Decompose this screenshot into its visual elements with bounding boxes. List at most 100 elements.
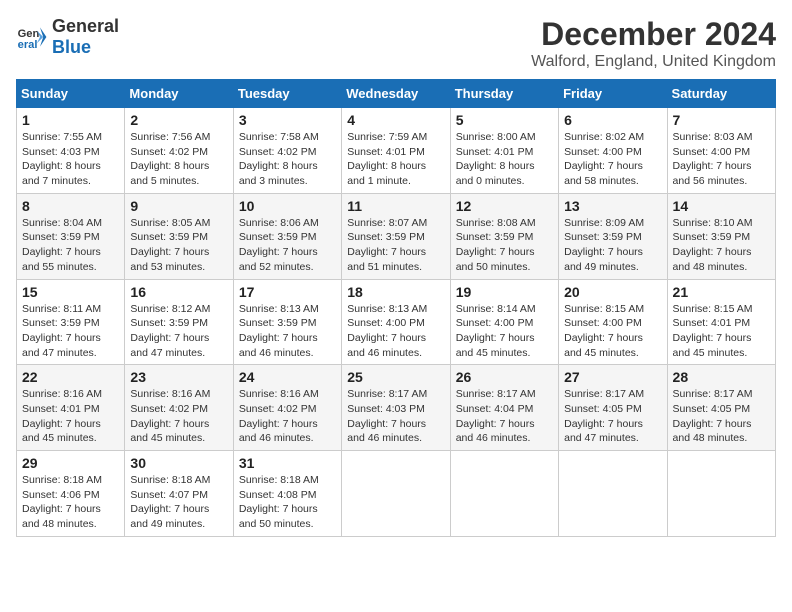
day-number: 7	[673, 112, 770, 128]
svg-text:eral: eral	[18, 39, 38, 51]
calendar-day-31: 31 Sunrise: 8:18 AM Sunset: 4:08 PM Dayli…	[233, 451, 341, 537]
calendar-header-row: SundayMondayTuesdayWednesdayThursdayFrid…	[17, 80, 776, 108]
day-detail: Sunrise: 7:56 AM Sunset: 4:02 PM Dayligh…	[130, 130, 227, 189]
day-number: 6	[564, 112, 661, 128]
calendar-week-1: 1 Sunrise: 7:55 AM Sunset: 4:03 PM Daylig…	[17, 108, 776, 194]
day-detail: Sunrise: 8:12 AM Sunset: 3:59 PM Dayligh…	[130, 302, 227, 361]
day-number: 28	[673, 369, 770, 385]
day-detail: Sunrise: 7:55 AM Sunset: 4:03 PM Dayligh…	[22, 130, 119, 189]
day-number: 11	[347, 198, 444, 214]
day-number: 29	[22, 455, 119, 471]
day-detail: Sunrise: 8:10 AM Sunset: 3:59 PM Dayligh…	[673, 216, 770, 275]
day-detail: Sunrise: 8:16 AM Sunset: 4:02 PM Dayligh…	[239, 387, 336, 446]
empty-cell	[559, 451, 667, 537]
calendar-day-4: 4 Sunrise: 7:59 AM Sunset: 4:01 PM Daylig…	[342, 108, 450, 194]
header-day-thursday: Thursday	[450, 80, 558, 108]
day-detail: Sunrise: 8:13 AM Sunset: 4:00 PM Dayligh…	[347, 302, 444, 361]
day-number: 19	[456, 284, 553, 300]
calendar-day-30: 30Sunrise: 8:18 AM Sunset: 4:07 PM Dayli…	[125, 451, 233, 537]
calendar-week-3: 15Sunrise: 8:11 AM Sunset: 3:59 PM Dayli…	[17, 279, 776, 365]
day-detail: Sunrise: 8:18 AM Sunset: 4:08 PM Dayligh…	[239, 473, 336, 532]
day-number: 18	[347, 284, 444, 300]
day-number: 13	[564, 198, 661, 214]
empty-cell	[450, 451, 558, 537]
day-detail: Sunrise: 8:16 AM Sunset: 4:01 PM Dayligh…	[22, 387, 119, 446]
logo-icon: Gen eral	[16, 21, 48, 53]
day-number: 8	[22, 198, 119, 214]
day-detail: Sunrise: 8:16 AM Sunset: 4:02 PM Dayligh…	[130, 387, 227, 446]
day-number: 20	[564, 284, 661, 300]
calendar-day-28: 28 Sunrise: 8:17 AM Sunset: 4:05 PM Dayli…	[667, 365, 775, 451]
day-number: 15	[22, 284, 119, 300]
calendar-day-14: 14 Sunrise: 8:10 AM Sunset: 3:59 PM Dayli…	[667, 193, 775, 279]
day-number: 27	[564, 369, 661, 385]
day-detail: Sunrise: 8:00 AM Sunset: 4:01 PM Dayligh…	[456, 130, 553, 189]
calendar-day-20: 20 Sunrise: 8:15 AM Sunset: 4:00 PM Dayli…	[559, 279, 667, 365]
calendar-day-27: 27Sunrise: 8:17 AM Sunset: 4:05 PM Dayli…	[559, 365, 667, 451]
day-number: 26	[456, 369, 553, 385]
calendar-day-11: 11 Sunrise: 8:07 AM Sunset: 3:59 PM Dayli…	[342, 193, 450, 279]
calendar-week-5: 29 Sunrise: 8:18 AM Sunset: 4:06 PM Dayli…	[17, 451, 776, 537]
calendar-subtitle: Walford, England, United Kingdom	[531, 53, 776, 71]
calendar-week-4: 22 Sunrise: 8:16 AM Sunset: 4:01 PM Dayli…	[17, 365, 776, 451]
day-detail: Sunrise: 8:02 AM Sunset: 4:00 PM Dayligh…	[564, 130, 661, 189]
day-number: 22	[22, 369, 119, 385]
calendar-day-8: 8Sunrise: 8:04 AM Sunset: 3:59 PM Daylig…	[17, 193, 125, 279]
calendar-day-6: 6 Sunrise: 8:02 AM Sunset: 4:00 PM Daylig…	[559, 108, 667, 194]
calendar-day-29: 29 Sunrise: 8:18 AM Sunset: 4:06 PM Dayli…	[17, 451, 125, 537]
header-day-monday: Monday	[125, 80, 233, 108]
day-number: 16	[130, 284, 227, 300]
calendar-day-17: 17 Sunrise: 8:13 AM Sunset: 3:59 PM Dayli…	[233, 279, 341, 365]
title-block: December 2024 Walford, England, United K…	[531, 16, 776, 71]
day-number: 12	[456, 198, 553, 214]
day-detail: Sunrise: 7:58 AM Sunset: 4:02 PM Dayligh…	[239, 130, 336, 189]
day-detail: Sunrise: 8:05 AM Sunset: 3:59 PM Dayligh…	[130, 216, 227, 275]
logo-line2: Blue	[52, 37, 119, 58]
day-detail: Sunrise: 7:59 AM Sunset: 4:01 PM Dayligh…	[347, 130, 444, 189]
day-number: 4	[347, 112, 444, 128]
day-detail: Sunrise: 8:07 AM Sunset: 3:59 PM Dayligh…	[347, 216, 444, 275]
day-detail: Sunrise: 8:18 AM Sunset: 4:06 PM Dayligh…	[22, 473, 119, 532]
calendar-title: December 2024	[531, 16, 776, 53]
empty-cell	[667, 451, 775, 537]
calendar-table: SundayMondayTuesdayWednesdayThursdayFrid…	[16, 79, 776, 537]
calendar-day-2: 2Sunrise: 7:56 AM Sunset: 4:02 PM Daylig…	[125, 108, 233, 194]
day-number: 24	[239, 369, 336, 385]
day-detail: Sunrise: 8:17 AM Sunset: 4:05 PM Dayligh…	[673, 387, 770, 446]
calendar-day-25: 25Sunrise: 8:17 AM Sunset: 4:03 PM Dayli…	[342, 365, 450, 451]
day-number: 5	[456, 112, 553, 128]
calendar-day-16: 16 Sunrise: 8:12 AM Sunset: 3:59 PM Dayli…	[125, 279, 233, 365]
day-detail: Sunrise: 8:18 AM Sunset: 4:07 PM Dayligh…	[130, 473, 227, 532]
day-detail: Sunrise: 8:08 AM Sunset: 3:59 PM Dayligh…	[456, 216, 553, 275]
header-day-sunday: Sunday	[17, 80, 125, 108]
header-day-tuesday: Tuesday	[233, 80, 341, 108]
header-day-saturday: Saturday	[667, 80, 775, 108]
calendar-day-23: 23 Sunrise: 8:16 AM Sunset: 4:02 PM Dayli…	[125, 365, 233, 451]
day-number: 17	[239, 284, 336, 300]
day-number: 9	[130, 198, 227, 214]
day-detail: Sunrise: 8:13 AM Sunset: 3:59 PM Dayligh…	[239, 302, 336, 361]
svg-text:Gen: Gen	[18, 28, 40, 40]
day-number: 21	[673, 284, 770, 300]
day-number: 14	[673, 198, 770, 214]
logo: Gen eral General Blue	[16, 16, 119, 58]
calendar-day-13: 13Sunrise: 8:09 AM Sunset: 3:59 PM Dayli…	[559, 193, 667, 279]
calendar-day-15: 15Sunrise: 8:11 AM Sunset: 3:59 PM Dayli…	[17, 279, 125, 365]
day-number: 10	[239, 198, 336, 214]
calendar-day-12: 12 Sunrise: 8:08 AM Sunset: 3:59 PM Dayli…	[450, 193, 558, 279]
day-number: 23	[130, 369, 227, 385]
logo-line1: General	[52, 16, 119, 37]
day-number: 1	[22, 112, 119, 128]
empty-cell	[342, 451, 450, 537]
day-number: 3	[239, 112, 336, 128]
day-detail: Sunrise: 8:14 AM Sunset: 4:00 PM Dayligh…	[456, 302, 553, 361]
day-detail: Sunrise: 8:15 AM Sunset: 4:00 PM Dayligh…	[564, 302, 661, 361]
day-detail: Sunrise: 8:15 AM Sunset: 4:01 PM Dayligh…	[673, 302, 770, 361]
calendar-week-2: 8Sunrise: 8:04 AM Sunset: 3:59 PM Daylig…	[17, 193, 776, 279]
calendar-day-7: 7Sunrise: 8:03 AM Sunset: 4:00 PM Daylig…	[667, 108, 775, 194]
calendar-day-9: 9 Sunrise: 8:05 AM Sunset: 3:59 PM Daylig…	[125, 193, 233, 279]
calendar-day-1: 1 Sunrise: 7:55 AM Sunset: 4:03 PM Daylig…	[17, 108, 125, 194]
day-detail: Sunrise: 8:06 AM Sunset: 3:59 PM Dayligh…	[239, 216, 336, 275]
calendar-day-5: 5 Sunrise: 8:00 AM Sunset: 4:01 PM Daylig…	[450, 108, 558, 194]
day-number: 31	[239, 455, 336, 471]
